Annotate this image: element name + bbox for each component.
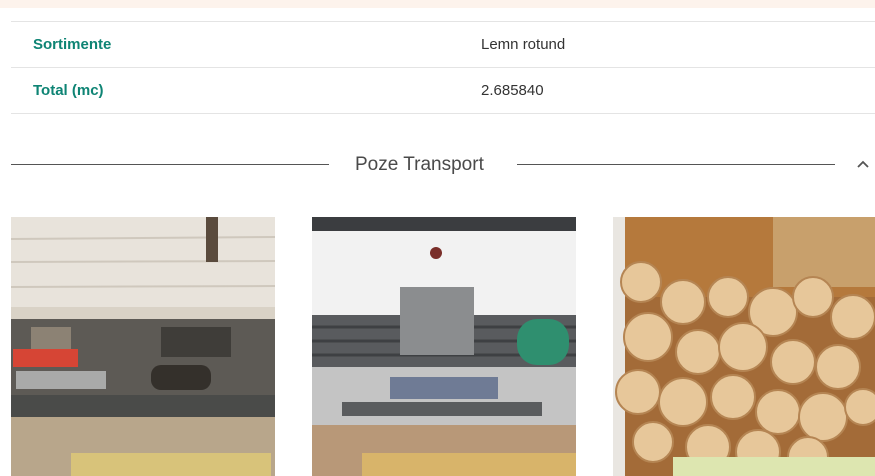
details-table: Sortimente Lemn rotund Total (mc) 2.6858… (11, 21, 875, 114)
table-row: Sortimente Lemn rotund (11, 21, 875, 67)
total-value: 2.685840 (481, 82, 544, 99)
chevron-up-icon[interactable] (852, 153, 874, 175)
wood-logs-photo[interactable] (613, 217, 875, 476)
truck-front-photo[interactable] (312, 217, 576, 476)
divider-line (11, 164, 329, 165)
total-label: Total (mc) (33, 82, 104, 99)
photos-section-header: Poze Transport (11, 148, 875, 182)
truck-rear-photo[interactable] (11, 217, 275, 476)
transport-details-card: Sortimente Lemn rotund Total (mc) 2.6858… (0, 8, 875, 476)
sortimente-label: Sortimente (33, 36, 112, 53)
section-title: Poze Transport (355, 154, 484, 175)
divider-line (517, 164, 835, 165)
sortimente-value: Lemn rotund (481, 36, 566, 53)
table-row: Total (mc) 2.685840 (11, 67, 875, 114)
